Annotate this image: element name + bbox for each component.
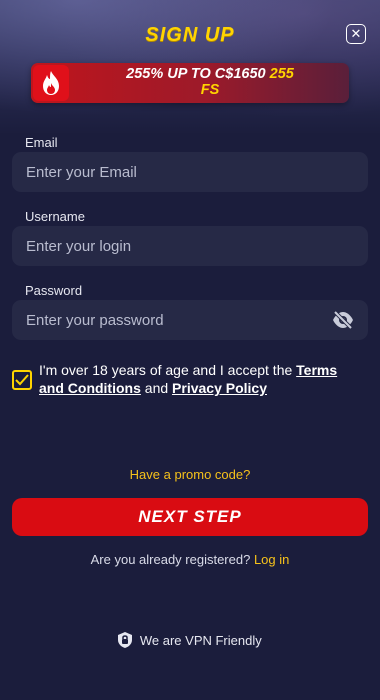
fire-icon <box>33 65 69 101</box>
login-prompt: Are you already registered? Log in <box>0 552 380 567</box>
terms-and: and <box>144 380 169 396</box>
next-step-button[interactable]: NEXT STEP <box>12 498 368 536</box>
bonus-banner: 255% UP TO C$1650 255 FS <box>31 63 349 103</box>
password-field-container <box>12 300 368 340</box>
email-field-container <box>12 152 368 192</box>
terms-prefix: I'm over 18 years of age and I accept th… <box>39 362 293 378</box>
vpn-note: We are VPN Friendly <box>0 632 380 648</box>
vpn-text: We are VPN Friendly <box>139 633 262 648</box>
password-field[interactable] <box>24 310 318 330</box>
username-field-container <box>12 226 368 266</box>
terms-text: I'm over 18 years of age and I accept th… <box>39 361 359 397</box>
age-terms-checkbox[interactable] <box>12 370 32 390</box>
username-label: Username <box>25 209 85 224</box>
login-link[interactable]: Log in <box>254 552 289 567</box>
email-field[interactable] <box>24 162 356 182</box>
checkmark-icon <box>15 374 29 386</box>
eye-off-icon[interactable] <box>332 310 354 330</box>
close-button[interactable]: ✕ <box>346 24 366 44</box>
banner-text: 255% UP TO C$1650 255 FS <box>77 66 343 98</box>
login-prompt-text: Are you already registered? <box>90 552 251 567</box>
username-field[interactable] <box>24 236 356 256</box>
promo-code-link[interactable]: Have a promo code? <box>0 467 380 482</box>
close-icon: ✕ <box>350 26 362 41</box>
shield-icon <box>118 632 133 648</box>
page-title: SIGN UP <box>145 24 235 46</box>
banner-highlight-text: 255 <box>269 66 294 82</box>
password-label: Password <box>25 283 83 298</box>
banner-main-text: 255% UP TO C$1650 <box>126 66 266 82</box>
privacy-link[interactable]: Privacy Policy <box>172 380 267 396</box>
banner-tail-text: FS <box>200 82 220 98</box>
email-label: Email <box>25 135 58 150</box>
